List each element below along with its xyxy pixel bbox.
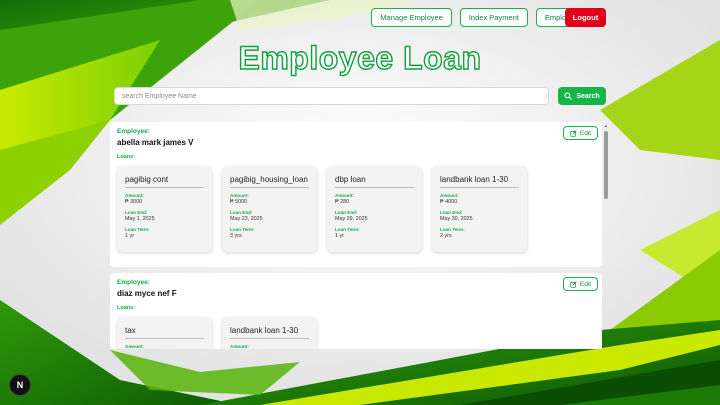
loan-term-label: Loan Term: [125, 227, 150, 232]
amount-label: Amount: [335, 193, 354, 198]
loans-row: tax Amount: landbank loan 1-30 Amount: [117, 317, 595, 349]
amount-value: ₱ 280 [335, 199, 350, 205]
amount-value: ₱ 4000 [440, 199, 458, 205]
amount-label: Amount: [125, 344, 144, 349]
search-button[interactable]: Search [558, 87, 606, 105]
loan-end-label: Loan End: [230, 210, 253, 215]
manage-employee-button[interactable]: Manage Employee [371, 8, 452, 27]
employee-card: Employee: diaz myce nef F Edit Loans: ta… [110, 273, 602, 349]
employee-name: abella mark james V [117, 138, 194, 147]
edit-button[interactable]: Edit [563, 277, 598, 291]
loan-name: dbp loan [335, 175, 414, 188]
loan-card: landbank loan 1-30 Amount: ₱ 4000 Loan E… [432, 166, 527, 252]
loan-term-value: 2 yrs [440, 233, 452, 239]
scroll-down-arrow-icon[interactable]: ▼ [603, 342, 609, 348]
loan-end-label: Loan End: [335, 210, 358, 215]
loan-term-value: 3 yrs [230, 233, 242, 239]
scroll-up-arrow-icon[interactable]: ▲ [603, 123, 609, 129]
employee-card: Employee: abella mark james V Edit Loans… [110, 122, 602, 267]
employee-label: Employee: [117, 279, 150, 286]
list-scrollbar[interactable]: ▲ ▼ [602, 122, 610, 349]
amount-label: Amount: [125, 193, 144, 198]
search-button-label: Search [576, 92, 600, 100]
loan-end-value: May 23, 2025 [230, 216, 263, 222]
edit-button[interactable]: Edit [563, 126, 598, 140]
amount-value: ₱ 5000 [230, 199, 248, 205]
loan-name: pagibig_housing_loan [230, 175, 309, 188]
loan-name: pagibig cont [125, 175, 204, 188]
amount-label: Amount: [230, 344, 249, 349]
employee-name: diaz myce nef F [117, 289, 177, 298]
dev-tools-badge[interactable]: N [10, 375, 30, 395]
loan-end-label: Loan End: [125, 210, 148, 215]
loan-name: landbank loan 1-30 [440, 175, 519, 188]
amount-label: Amount: [440, 193, 459, 198]
loan-name: landbank loan 1-30 [230, 326, 309, 339]
loans-label: Loans: [117, 154, 136, 160]
edit-label: Edit [579, 280, 592, 288]
loan-card: pagibig cont Amount: ₱ 3000 Loan End: Ma… [117, 166, 212, 252]
loans-label: Loans: [117, 305, 136, 311]
logout-button[interactable]: Logout [565, 8, 606, 27]
amount-value: ₱ 3000 [125, 199, 143, 205]
employee-list[interactable]: Employee: abella mark james V Edit Loans… [110, 122, 610, 349]
loan-card: landbank loan 1-30 Amount: [222, 317, 317, 349]
loan-card: tax Amount: [117, 317, 212, 349]
loan-end-value: May 30, 2025 [440, 216, 473, 222]
loan-end-value: May 29, 2025 [335, 216, 368, 222]
amount-label: Amount: [230, 193, 249, 198]
employee-label: Employee: [117, 128, 150, 135]
loan-card: pagibig_housing_loan Amount: ₱ 5000 Loan… [222, 166, 317, 252]
edit-icon [570, 129, 577, 137]
search-icon [564, 92, 573, 100]
loan-end-label: Loan End: [440, 210, 463, 215]
loan-name: tax [125, 326, 204, 339]
loan-term-label: Loan Term: [440, 227, 465, 232]
loan-card: dbp loan Amount: ₱ 280 Loan End: May 29,… [327, 166, 422, 252]
loan-end-value: May 1, 2025 [125, 216, 155, 222]
loans-row: pagibig cont Amount: ₱ 3000 Loan End: Ma… [117, 166, 595, 252]
loan-term-label: Loan Term: [230, 227, 255, 232]
page-title: Employee Loan [238, 39, 482, 76]
loan-term-value: 1 yr [125, 233, 134, 239]
loan-term-label: Loan Term: [335, 227, 360, 232]
edit-icon [570, 280, 577, 288]
scroll-thumb[interactable] [604, 131, 608, 199]
search-input[interactable] [114, 87, 549, 105]
loan-term-value: 1 yr [335, 233, 344, 239]
edit-label: Edit [579, 129, 592, 137]
index-payment-button[interactable]: Index Payment [459, 8, 528, 27]
